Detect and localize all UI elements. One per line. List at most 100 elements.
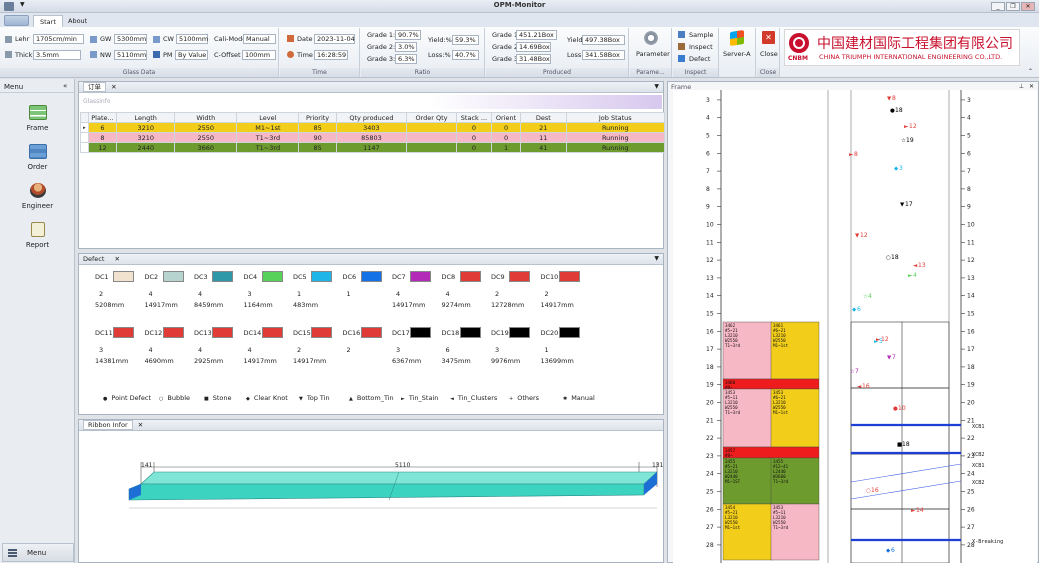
axis-tick-label: 6: [706, 150, 710, 157]
column-header[interactable]: Job Status: [565, 112, 666, 123]
defect-color-swatch[interactable]: [509, 327, 530, 338]
order-tab[interactable]: 订单: [83, 82, 106, 92]
column-header[interactable]: Plate...: [87, 112, 118, 123]
minimize-icon[interactable]: _: [991, 2, 1005, 11]
column-header[interactable]: Dest: [520, 112, 567, 123]
legend-item: ► Tin_Stain: [401, 394, 438, 402]
ratio-g3-value[interactable]: 6.3%: [395, 54, 417, 64]
ratio-g1-value[interactable]: 90.7%: [395, 30, 421, 40]
table-cell: Running: [565, 122, 666, 133]
table-row[interactable]: 12 2440 3660 T1~3rd 85 1147 0 1 41 Running: [80, 142, 666, 153]
defect-color-swatch[interactable]: [360, 271, 382, 282]
defect-color-swatch[interactable]: [261, 327, 283, 338]
defect-color-swatch[interactable]: [162, 271, 184, 282]
column-header[interactable]: Orient: [491, 112, 522, 123]
defect-length: 6367mm: [392, 357, 422, 365]
defect-color-swatch[interactable]: [113, 271, 134, 282]
order-icon[interactable]: [29, 144, 47, 159]
defect-length: 14917mm: [144, 301, 178, 309]
inspect-button[interactable]: Inspect: [689, 43, 713, 51]
nav-order[interactable]: Order: [0, 163, 75, 171]
windows-logo-icon[interactable]: [730, 30, 744, 46]
pm-value[interactable]: By Value: [175, 50, 208, 60]
ribbon-info-tab[interactable]: Ribbon Infor: [83, 420, 133, 430]
column-header[interactable]: Stack ...: [455, 112, 493, 123]
column-header[interactable]: Qty produced: [335, 112, 408, 123]
date-value[interactable]: 2023-11-04: [314, 34, 355, 44]
defect-color-swatch[interactable]: [558, 271, 580, 282]
defect-color-swatch[interactable]: [558, 327, 580, 338]
parameter-button[interactable]: Parameter: [636, 50, 670, 58]
defect-button[interactable]: Defect: [689, 55, 710, 63]
close-icon[interactable]: ✕: [762, 31, 775, 44]
cw-value[interactable]: 5100mm: [176, 34, 208, 44]
order-tab-close-icon[interactable]: ✕: [111, 83, 116, 91]
menu-footer-button[interactable]: Menu: [2, 543, 74, 562]
produced-g2-value[interactable]: 14.69Box: [516, 42, 551, 52]
row-marker: [80, 142, 89, 153]
defect-color-swatch[interactable]: [459, 271, 481, 282]
produced-yield-value[interactable]: 497.38Box: [582, 35, 625, 45]
nw-value[interactable]: 5110mm: [114, 50, 147, 60]
column-header[interactable]: Width: [174, 112, 238, 123]
defect-color-swatch[interactable]: [509, 271, 530, 282]
gw-value[interactable]: 5300mm: [114, 34, 147, 44]
engineer-icon[interactable]: [30, 183, 46, 198]
produced-loss-value[interactable]: 341.58Box: [582, 50, 625, 60]
close-window-icon[interactable]: ✕: [1021, 2, 1035, 11]
defect-color-swatch[interactable]: [261, 271, 283, 282]
defect-color-swatch[interactable]: [459, 327, 481, 338]
axis-tick-label: 18: [967, 364, 975, 371]
time-value[interactable]: 16:28:59: [314, 50, 348, 60]
nav-frame[interactable]: Frame: [0, 124, 75, 132]
tab-about[interactable]: About: [62, 15, 93, 27]
table-row[interactable]: 8 3210 2550 T1~3rd 90 85803 0 0 11 Running: [80, 132, 666, 143]
ratio-yield-value[interactable]: 59.3%: [452, 35, 479, 45]
produced-g1-value[interactable]: 451.21Box: [516, 30, 557, 40]
column-header[interactable]: Order Qty: [406, 112, 457, 123]
ratio-g2-value[interactable]: 3.0%: [395, 42, 417, 52]
ribbon-info-close-icon[interactable]: ✕: [138, 421, 143, 429]
frame-pin-icon[interactable]: ⊥: [1019, 83, 1024, 90]
defect-tab[interactable]: Defect: [83, 255, 104, 263]
tab-start[interactable]: Start: [33, 15, 63, 27]
report-icon[interactable]: [31, 222, 45, 237]
sample-button[interactable]: Sample: [689, 31, 713, 39]
defect-color-swatch[interactable]: [410, 327, 431, 338]
defect-panel-dropdown-icon[interactable]: ▼: [654, 255, 659, 262]
collapse-menu-icon[interactable]: «: [63, 82, 67, 90]
table-cell: 0: [455, 132, 493, 143]
defect-color-swatch[interactable]: [311, 271, 332, 282]
thick-value[interactable]: 3.5mm: [33, 50, 81, 60]
frame-close-icon[interactable]: ✕: [1029, 83, 1034, 90]
defect-code: DC8: [441, 273, 456, 281]
ribbon-app-button[interactable]: [4, 15, 29, 26]
server-button[interactable]: Server-A: [723, 50, 751, 58]
defect-color-swatch[interactable]: [212, 271, 233, 282]
produced-g3-value[interactable]: 31.48Box: [516, 54, 551, 64]
table-row[interactable]: ▸ 6 3210 2550 M1~1st 85 3403 0 0 21 Running: [80, 122, 666, 133]
lehr-value[interactable]: 1705cm/min: [33, 34, 84, 44]
ratio-loss-value[interactable]: 40.7%: [452, 50, 479, 60]
gear-icon[interactable]: [643, 30, 659, 46]
defect-code: DC2: [144, 273, 159, 281]
close-button[interactable]: Close: [760, 50, 778, 58]
column-header[interactable]: Priority: [298, 112, 337, 123]
defect-color-swatch[interactable]: [212, 327, 233, 338]
defect-color-swatch[interactable]: [360, 327, 382, 338]
defect-color-swatch[interactable]: [162, 327, 184, 338]
restore-icon[interactable]: ❐: [1006, 2, 1020, 11]
column-header[interactable]: Level: [236, 112, 300, 123]
ribbon-collapse-icon[interactable]: ⌃: [1028, 68, 1033, 75]
order-panel-dropdown-icon[interactable]: ▼: [654, 83, 659, 90]
nav-report[interactable]: Report: [0, 241, 75, 249]
defect-color-swatch[interactable]: [113, 327, 134, 338]
defect-color-swatch[interactable]: [311, 327, 332, 338]
nav-engineer[interactable]: Engineer: [0, 202, 75, 210]
coffset-value[interactable]: 100mm: [242, 50, 276, 60]
column-header[interactable]: Length: [116, 112, 176, 123]
defect-color-swatch[interactable]: [410, 271, 431, 282]
defect-tab-close-icon[interactable]: ✕: [115, 255, 120, 263]
frame-icon[interactable]: [29, 105, 47, 120]
calimode-value[interactable]: Manual: [243, 34, 276, 44]
